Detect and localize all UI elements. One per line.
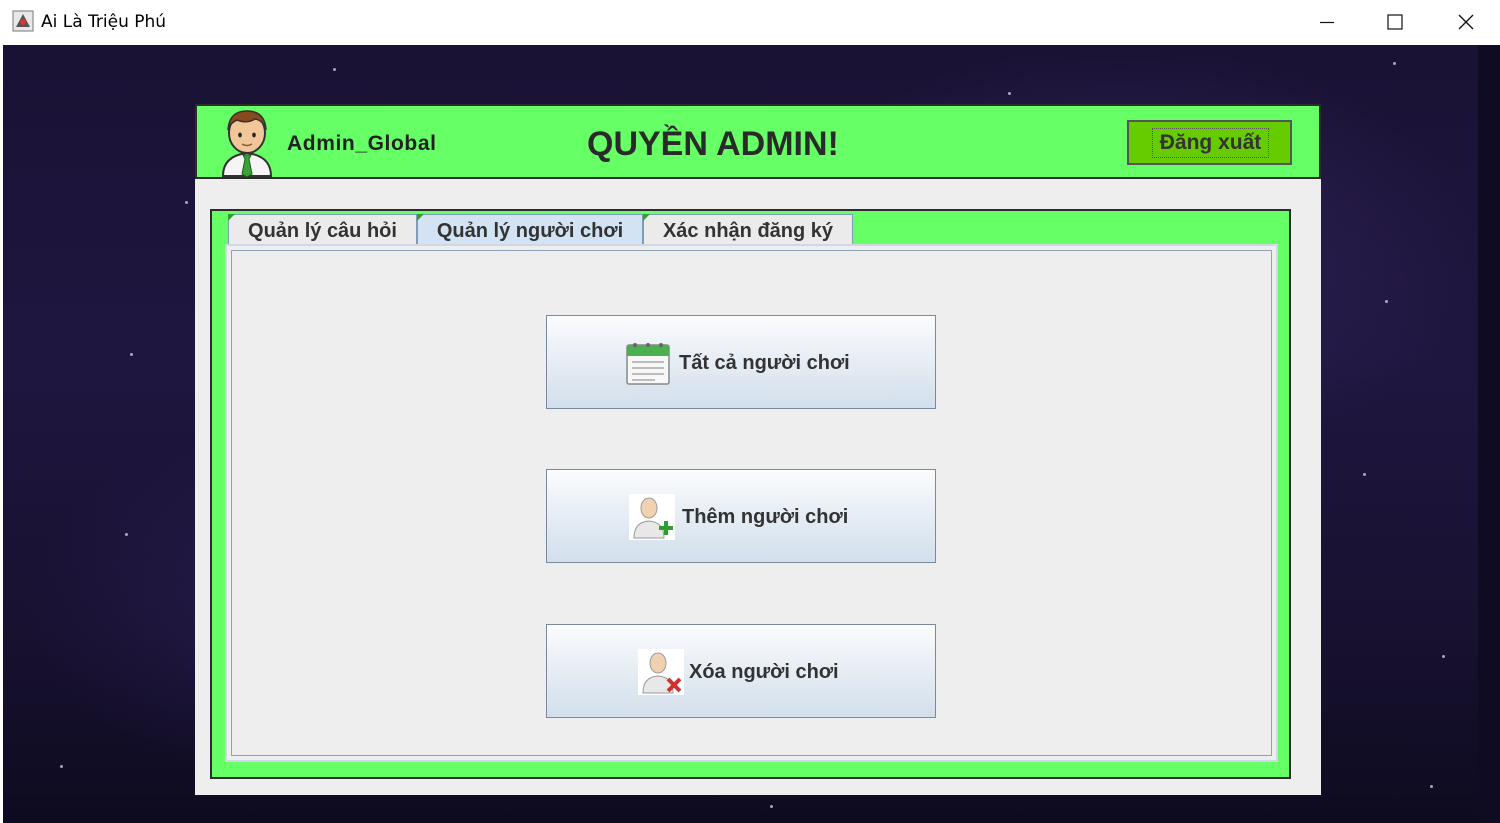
logout-button-label: Đăng xuất: [1152, 128, 1269, 158]
logout-button[interactable]: Đăng xuất: [1127, 120, 1292, 165]
star: [130, 353, 133, 356]
star: [1363, 473, 1366, 476]
maximize-button[interactable]: [1360, 0, 1430, 45]
app-icon: [12, 10, 34, 32]
star: [333, 68, 336, 71]
star: [1430, 785, 1433, 788]
delete-player-button[interactable]: Xóa người chơi: [546, 624, 936, 718]
add-player-button[interactable]: Thêm người chơi: [546, 469, 936, 563]
star: [770, 805, 773, 808]
star: [1393, 62, 1396, 65]
delete-player-label: Xóa người chơi: [689, 661, 839, 683]
close-button[interactable]: [1430, 0, 1500, 45]
add-player-label: Thêm người chơi: [682, 506, 849, 528]
star: [60, 765, 63, 768]
window-titlebar: Ai Là Triệu Phú: [0, 0, 1500, 45]
user-add-icon: [629, 494, 675, 540]
page-title: QUYỀN ADMIN!: [587, 125, 839, 163]
user-avatar-icon: [221, 110, 273, 178]
star: [1442, 655, 1445, 658]
window-border: [0, 45, 3, 823]
star: [1385, 300, 1388, 303]
tab-content-inner: Tất cả người chơi Thêm người chơi Xóa ng…: [231, 250, 1272, 756]
minimize-icon: [1320, 21, 1334, 24]
admin-panel: Admin_Global QUYỀN ADMIN! Đăng xuất Quản…: [195, 104, 1321, 795]
window-title: Ai Là Triệu Phú: [41, 12, 167, 32]
window-border: [1478, 45, 1500, 823]
tab-content: Tất cả người chơi Thêm người chơi Xóa ng…: [225, 244, 1278, 762]
calendar-list-icon: [626, 343, 670, 385]
tab-container: Quản lý câu hỏi Quản lý người chơi Xác n…: [210, 209, 1291, 779]
username-label: Admin_Global: [287, 132, 437, 155]
star: [125, 533, 128, 536]
maximize-icon: [1387, 14, 1403, 30]
all-players-label: Tất cả người chơi: [679, 352, 850, 374]
star: [1008, 92, 1011, 95]
user-delete-icon: [638, 649, 684, 695]
star: [185, 201, 188, 204]
close-icon: [1458, 14, 1474, 30]
admin-header: Admin_Global QUYỀN ADMIN! Đăng xuất: [195, 104, 1321, 179]
minimize-button[interactable]: [1291, 0, 1361, 45]
all-players-button[interactable]: Tất cả người chơi: [546, 315, 936, 409]
